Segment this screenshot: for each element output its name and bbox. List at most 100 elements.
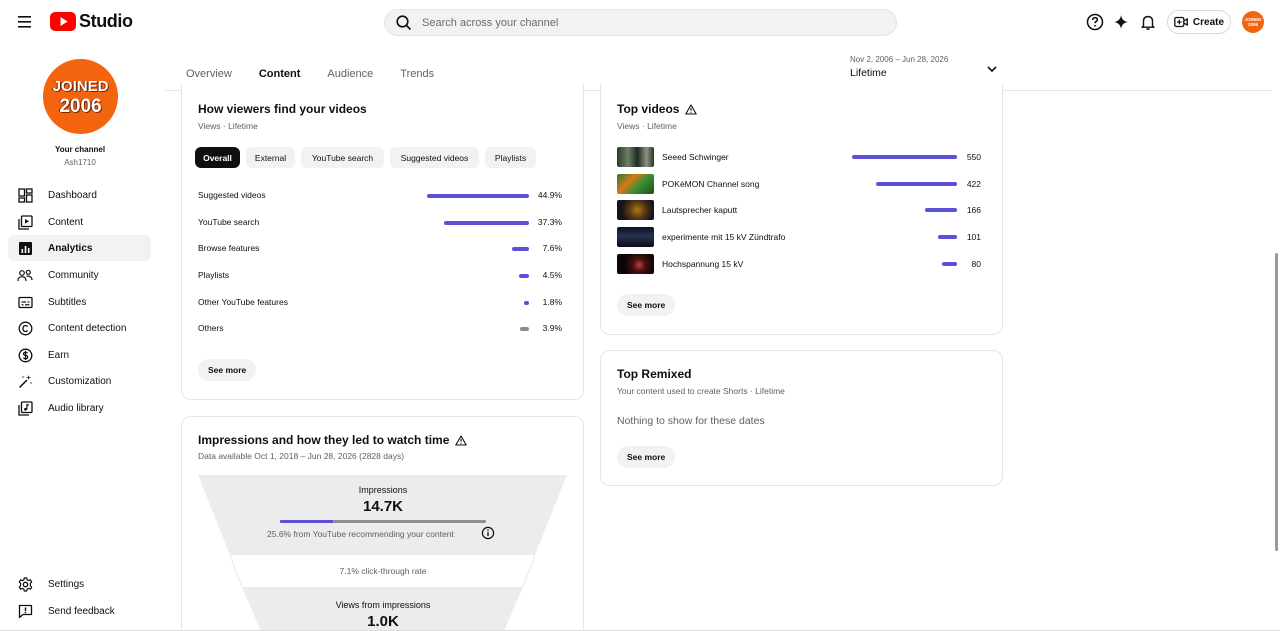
- chip-external[interactable]: External: [246, 147, 295, 168]
- traffic-see-more-button[interactable]: See more: [198, 359, 257, 381]
- search-bar[interactable]: [384, 9, 897, 36]
- chip-suggested-videos[interactable]: Suggested videos: [390, 147, 479, 168]
- top-video-row[interactable]: Seeed Schwinger 550: [617, 147, 983, 167]
- top-bar: Studio Create JOINED 2006: [0, 0, 1280, 44]
- top-videos-subtitle: Views · Lifetime: [617, 121, 677, 131]
- top-video-row[interactable]: POKèMON Channel song 422: [617, 174, 983, 194]
- traffic-source-row: Playlists 4.5%: [198, 270, 564, 284]
- sidebar-item-earn[interactable]: Earn: [8, 342, 151, 368]
- sidebar-item-label: Settings: [48, 578, 85, 590]
- account-avatar[interactable]: JOINED 2006: [1242, 11, 1264, 33]
- chip-overall[interactable]: Overall: [195, 147, 240, 168]
- subtitles-icon: [17, 294, 33, 310]
- warning-icon[interactable]: [685, 103, 698, 115]
- video-views: 80: [971, 259, 981, 269]
- chevron-down-icon: [986, 62, 998, 80]
- traffic-source-percent: 44.9%: [537, 190, 562, 200]
- top-remixed-see-more-button[interactable]: See more: [617, 446, 676, 468]
- views-from-impressions-value: 1.0K: [367, 613, 399, 630]
- dashboard-icon: [17, 187, 33, 203]
- traffic-source-label: Browse features: [198, 243, 260, 253]
- sidebar-item-subtitles[interactable]: Subtitles: [8, 289, 151, 315]
- channel-avatar[interactable]: JOINED 2006: [43, 59, 118, 134]
- top-video-row[interactable]: Hochspannung 15 kV 80: [617, 254, 983, 274]
- video-views-bar: [925, 208, 957, 212]
- traffic-source-row: YouTube search 37.3%: [198, 217, 564, 231]
- traffic-source-label: Suggested videos: [198, 190, 266, 200]
- traffic-source-bar: [444, 221, 529, 225]
- date-range-picker[interactable]: Nov 2, 2006 – Jun 28, 2026 Lifetime: [850, 55, 1002, 83]
- video-thumbnail[interactable]: [617, 147, 654, 167]
- channel-avatar-line2: 2006: [59, 95, 102, 117]
- chip-youtube-search[interactable]: YouTube search: [301, 147, 384, 168]
- sidebar-item-audio-library[interactable]: Audio library: [8, 395, 151, 421]
- sidebar-item-content-detection[interactable]: Content detection: [8, 315, 151, 341]
- video-thumbnail[interactable]: [617, 254, 654, 274]
- youtube-logo-icon: [50, 12, 76, 31]
- impressions-label: Impressions: [358, 485, 408, 495]
- sidebar-item-label: Send feedback: [48, 605, 115, 617]
- sidebar-item-label: Analytics: [48, 242, 93, 254]
- help-icon[interactable]: [1085, 12, 1105, 32]
- video-title[interactable]: experimente mit 15 kV Zündtrafo: [662, 232, 785, 242]
- sparkle-icon[interactable]: [1111, 12, 1131, 32]
- traffic-source-percent: 37.3%: [537, 217, 562, 227]
- traffic-source-row: Browse features 7.6%: [198, 243, 564, 257]
- video-thumbnail[interactable]: [617, 200, 654, 220]
- sidebar-item-content[interactable]: Content: [8, 209, 151, 235]
- video-title[interactable]: Seeed Schwinger: [662, 152, 729, 162]
- dollar-icon: [17, 347, 33, 363]
- recommend-progress-track: [280, 520, 486, 523]
- traffic-source-bar: [512, 247, 529, 251]
- sidebar-item-dashboard[interactable]: Dashboard: [8, 182, 151, 208]
- traffic-source-bar: [519, 274, 529, 278]
- studio-logo[interactable]: Studio: [50, 11, 133, 32]
- traffic-source-row: Suggested videos 44.9%: [198, 190, 564, 204]
- traffic-source-percent: 1.8%: [542, 297, 562, 307]
- video-views-bar: [942, 262, 957, 266]
- recommend-text: 25.6% from YouTube recommending your con…: [267, 529, 454, 539]
- traffic-sources-title: How viewers find your videos: [198, 102, 367, 116]
- top-video-row[interactable]: Lautsprecher kaputt 166: [617, 200, 983, 220]
- top-videos-title: Top videos: [617, 102, 698, 116]
- sidebar-item-label: Content: [48, 216, 84, 228]
- sidebar-item-analytics[interactable]: Analytics: [8, 235, 151, 261]
- video-title[interactable]: Hochspannung 15 kV: [662, 259, 743, 269]
- channel-title: Your channel: [54, 145, 106, 154]
- info-icon[interactable]: [481, 526, 495, 545]
- sidebar-item-community[interactable]: Community: [8, 262, 151, 288]
- sidebar-item-customization[interactable]: Customization: [8, 368, 151, 394]
- sidebar-item-settings[interactable]: Settings: [8, 571, 151, 597]
- copyright-icon: [17, 320, 33, 336]
- feedback-icon: [17, 603, 33, 619]
- top-remixed-title: Top Remixed: [617, 367, 692, 381]
- video-title[interactable]: POKèMON Channel song: [662, 179, 759, 189]
- page-scrollbar-thumb[interactable]: [1275, 253, 1278, 551]
- sidebar-item-label: Earn: [48, 349, 70, 361]
- chip-playlists[interactable]: Playlists: [485, 147, 536, 168]
- sidebar-item-label: Content detection: [48, 322, 127, 334]
- magic-wand-icon: [17, 373, 33, 389]
- sidebar-item-send-feedback[interactable]: Send feedback: [8, 598, 151, 624]
- video-title[interactable]: Lautsprecher kaputt: [662, 205, 737, 215]
- video-views-bar: [876, 182, 957, 186]
- bell-icon[interactable]: [1138, 12, 1158, 32]
- impressions-title-text: Impressions and how they led to watch ti…: [198, 433, 450, 447]
- views-from-impressions-label: Views from impressions: [335, 600, 431, 610]
- video-thumbnail[interactable]: [617, 174, 654, 194]
- top-videos-see-more-button[interactable]: See more: [617, 294, 676, 316]
- impressions-value: 14.7K: [362, 498, 404, 515]
- traffic-source-label: Others: [198, 323, 224, 333]
- traffic-source-percent: 3.9%: [542, 323, 562, 333]
- video-thumbnail[interactable]: [617, 227, 654, 247]
- account-avatar-text: JOINED 2006: [1244, 17, 1262, 27]
- channel-handle: Ash1710: [64, 158, 96, 167]
- video-views: 166: [966, 205, 981, 215]
- search-input[interactable]: [422, 12, 862, 33]
- traffic-source-row: Others 3.9%: [198, 323, 564, 337]
- create-button[interactable]: Create: [1167, 10, 1231, 34]
- warning-icon[interactable]: [455, 434, 468, 446]
- create-label: Create: [1192, 16, 1225, 28]
- top-video-row[interactable]: experimente mit 15 kV Zündtrafo 101: [617, 227, 983, 247]
- menu-icon[interactable]: [14, 12, 36, 32]
